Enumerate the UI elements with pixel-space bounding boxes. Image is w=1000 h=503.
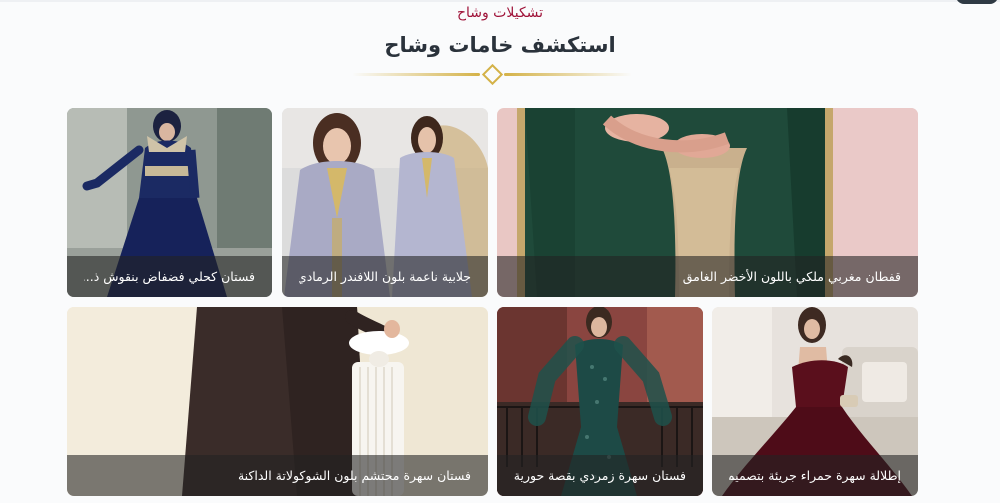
- product-card[interactable]: جلابية ناعمة بلون اللافندر الرمادي...: [282, 108, 488, 297]
- product-card[interactable]: إطلالة سهرة حمراء جريئة بتصميم ...: [712, 307, 918, 496]
- floating-tab[interactable]: [956, 0, 998, 4]
- section-eyebrow: تشكيلات وشاح: [456, 5, 544, 21]
- card-caption-bar: فستان سهرة محتشم بلون الشوكولاتة الداكنة: [67, 455, 488, 496]
- top-divider-line: [0, 0, 1000, 2]
- ornament-line-left: [352, 73, 480, 76]
- card-caption: فستان سهرة زمردي بقصة حورية ا...: [514, 468, 686, 483]
- card-caption: جلابية ناعمة بلون اللافندر الرمادي...: [299, 269, 471, 284]
- title-ornament: [352, 63, 632, 86]
- product-card[interactable]: فستان كحلي فضفاض بنقوش ذ...: [67, 108, 272, 297]
- ornament-line-right: [504, 73, 632, 76]
- card-caption: قفطان مغربي ملكي باللون الأخضر الغامق: [682, 269, 901, 284]
- diamond-icon: [481, 63, 504, 86]
- card-caption-bar: فستان سهرة زمردي بقصة حورية ا...: [497, 455, 703, 496]
- card-caption: فستان سهرة محتشم بلون الشوكولاتة الداكنة: [237, 468, 471, 483]
- product-card[interactable]: فستان سهرة محتشم بلون الشوكولاتة الداكنة: [67, 307, 488, 496]
- card-caption-bar: فستان كحلي فضفاض بنقوش ذ...: [67, 256, 272, 297]
- card-caption-bar: جلابية ناعمة بلون اللافندر الرمادي...: [282, 256, 488, 297]
- card-caption: إطلالة سهرة حمراء جريئة بتصميم ...: [729, 468, 901, 483]
- product-card[interactable]: فستان سهرة زمردي بقصة حورية ا...: [497, 307, 703, 496]
- section-title: استكشف خامات وشاح: [384, 33, 616, 57]
- card-caption-bar: إطلالة سهرة حمراء جريئة بتصميم ...: [712, 455, 918, 496]
- card-caption-bar: قفطان مغربي ملكي باللون الأخضر الغامق: [497, 256, 918, 297]
- product-card[interactable]: قفطان مغربي ملكي باللون الأخضر الغامق: [497, 108, 918, 297]
- card-caption: فستان كحلي فضفاض بنقوش ذ...: [84, 269, 255, 284]
